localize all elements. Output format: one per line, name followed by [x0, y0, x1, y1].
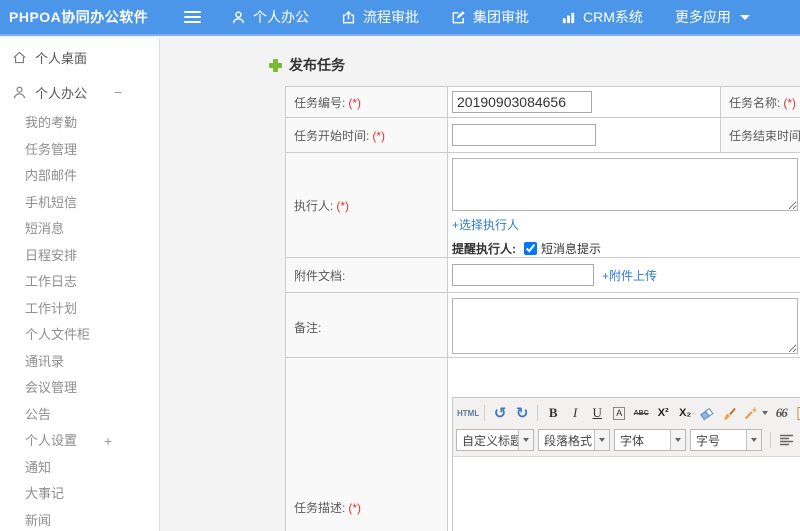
bar-chart-icon [561, 10, 576, 25]
task-no-label-cell: 任务编号: (*) [285, 86, 448, 118]
blockquote-button[interactable]: 66 [770, 402, 792, 424]
sidebar-item-attendance[interactable]: 我的考勤 [0, 110, 159, 137]
highlight-button[interactable]: A [608, 402, 630, 424]
attachment-input[interactable] [452, 264, 594, 286]
remark-label-cell: 备注: [285, 292, 448, 362]
redo-button[interactable]: ↻ [511, 402, 533, 424]
description-label-cell: 任务描述: (*) [285, 357, 448, 531]
heading-select[interactable]: 自定义标题 [456, 429, 534, 451]
task-desc-table: 任务描述: (*) HTML ↺ ↻ B I U A ABC X² X₂ 66 … [285, 357, 800, 531]
select-executor-link[interactable]: +选择执行人 [452, 218, 519, 232]
attachment-upload-link[interactable]: +附件上传 [602, 267, 657, 284]
app-logo: PHPOA协同办公软件 [9, 9, 149, 25]
sidebar-item-meeting[interactable]: 会议管理 [0, 375, 159, 402]
add-task-icon [269, 58, 282, 72]
editor-content-area[interactable] [453, 456, 800, 531]
sidebar-item-announcement[interactable]: 公告 [0, 402, 159, 429]
sidebar-item-internal-mail[interactable]: 内部邮件 [0, 163, 159, 190]
sidebar-item-short-message[interactable]: 短消息 [0, 216, 159, 243]
sidebar-item-memorabilia[interactable]: 大事记 [0, 481, 159, 508]
top-nav: 个人办公 流程审批 集团审批 CRM系统 更多应用 [231, 7, 750, 27]
nav-process-approval[interactable]: 流程审批 [341, 7, 419, 27]
superscript-button[interactable]: X² [652, 402, 674, 424]
task-name-label-cell: 任务名称: (*) [720, 86, 800, 118]
font-family-select[interactable]: 字体 [614, 429, 686, 451]
sidebar-item-personal-office[interactable]: 个人办公 − [0, 76, 159, 108]
top-header-bar: PHPOA协同办公软件 个人办公 流程审批 集团审批 CRM系统 更多应用 [0, 0, 800, 36]
process-approval-icon [341, 10, 356, 25]
menu-toggle-icon[interactable] [184, 11, 201, 23]
sidebar-item-task-management[interactable]: 任务管理 [0, 137, 159, 164]
underline-button[interactable]: U [586, 402, 608, 424]
rich-text-editor: HTML ↺ ↻ B I U A ABC X² X₂ 66 自定义标题 段落格式… [452, 396, 800, 531]
home-icon [12, 50, 27, 65]
sidebar-item-personal-settings[interactable]: 个人设置 + [0, 428, 159, 455]
format-brush-icon[interactable] [718, 402, 740, 424]
user-icon [231, 10, 246, 25]
sidebar-item-file-cabinet[interactable]: 个人文件柜 [0, 322, 159, 349]
attachment-label-cell: 附件文档: [285, 257, 448, 293]
sidebar-submenu: 我的考勤 任务管理 内部邮件 手机短信 短消息 日程安排 工作日志 工作计划 个… [0, 110, 159, 531]
collapse-icon[interactable]: − [114, 84, 122, 100]
page-title: 发布任务 [269, 55, 345, 75]
end-time-label-cell: 任务结束时间:(*) [720, 117, 800, 153]
task-form-table: 任务编号:(*) 任务名称:(*) 任务开始时间:(*) 任务结束时间:(*) [285, 86, 800, 362]
sms-remind-label: 短消息提示 [541, 242, 602, 256]
source-code-button[interactable]: HTML [456, 402, 480, 424]
sidebar-item-schedule[interactable]: 日程安排 [0, 243, 159, 270]
executor-label-cell: 执行人: (*) [285, 152, 448, 258]
nav-personal-office[interactable]: 个人办公 [231, 7, 309, 27]
eraser-icon[interactable] [696, 402, 718, 424]
quick-format-icon[interactable] [740, 402, 770, 424]
sidebar-item-mobile-sms[interactable]: 手机短信 [0, 190, 159, 217]
executor-textarea[interactable] [452, 158, 798, 211]
align-left-icon[interactable] [775, 429, 797, 451]
sidebar: 个人桌面 个人办公 − 我的考勤 任务管理 内部邮件 手机短信 短消息 日程安排… [0, 38, 160, 531]
paragraph-format-select[interactable]: 段落格式 [538, 429, 610, 451]
sidebar-item-desktop[interactable]: 个人桌面 [0, 38, 159, 76]
start-time-label-cell: 任务开始时间: (*) [285, 117, 448, 153]
edit-icon [451, 10, 466, 25]
nav-crm-system[interactable]: CRM系统 [561, 7, 643, 27]
remind-executor-label: 提醒执行人: [452, 242, 516, 256]
font-size-select[interactable]: 字号 [690, 429, 762, 451]
sidebar-item-notice[interactable]: 通知 [0, 455, 159, 482]
italic-button[interactable]: I [564, 402, 586, 424]
strikethrough-button[interactable]: ABC [630, 402, 652, 424]
chevron-down-icon [739, 14, 750, 20]
sidebar-item-news[interactable]: 新闻 [0, 508, 159, 531]
nav-more-apps[interactable]: 更多应用 [675, 7, 750, 27]
task-no-input[interactable] [452, 91, 592, 113]
expand-icon[interactable]: + [104, 428, 112, 455]
undo-button[interactable]: ↺ [489, 402, 511, 424]
sidebar-item-contacts[interactable]: 通讯录 [0, 349, 159, 376]
sms-remind-checkbox[interactable] [524, 242, 537, 255]
bold-button[interactable]: B [542, 402, 564, 424]
nav-group-approval[interactable]: 集团审批 [451, 7, 529, 27]
user-icon [12, 85, 27, 100]
sidebar-item-work-log[interactable]: 工作日志 [0, 269, 159, 296]
editor-toolbar: HTML ↺ ↻ B I U A ABC X² X₂ 66 自定义标题 段落格式… [453, 397, 800, 457]
start-time-input[interactable] [452, 124, 596, 146]
subscript-button[interactable]: X₂ [674, 402, 696, 424]
sidebar-item-work-plan[interactable]: 工作计划 [0, 296, 159, 323]
paste-from-word-icon[interactable]: T [792, 402, 800, 424]
main-content: 发布任务 任务编号:(*) 任务名称:(*) 任务开始时间:(*) [161, 38, 800, 531]
remark-textarea[interactable] [452, 298, 798, 354]
